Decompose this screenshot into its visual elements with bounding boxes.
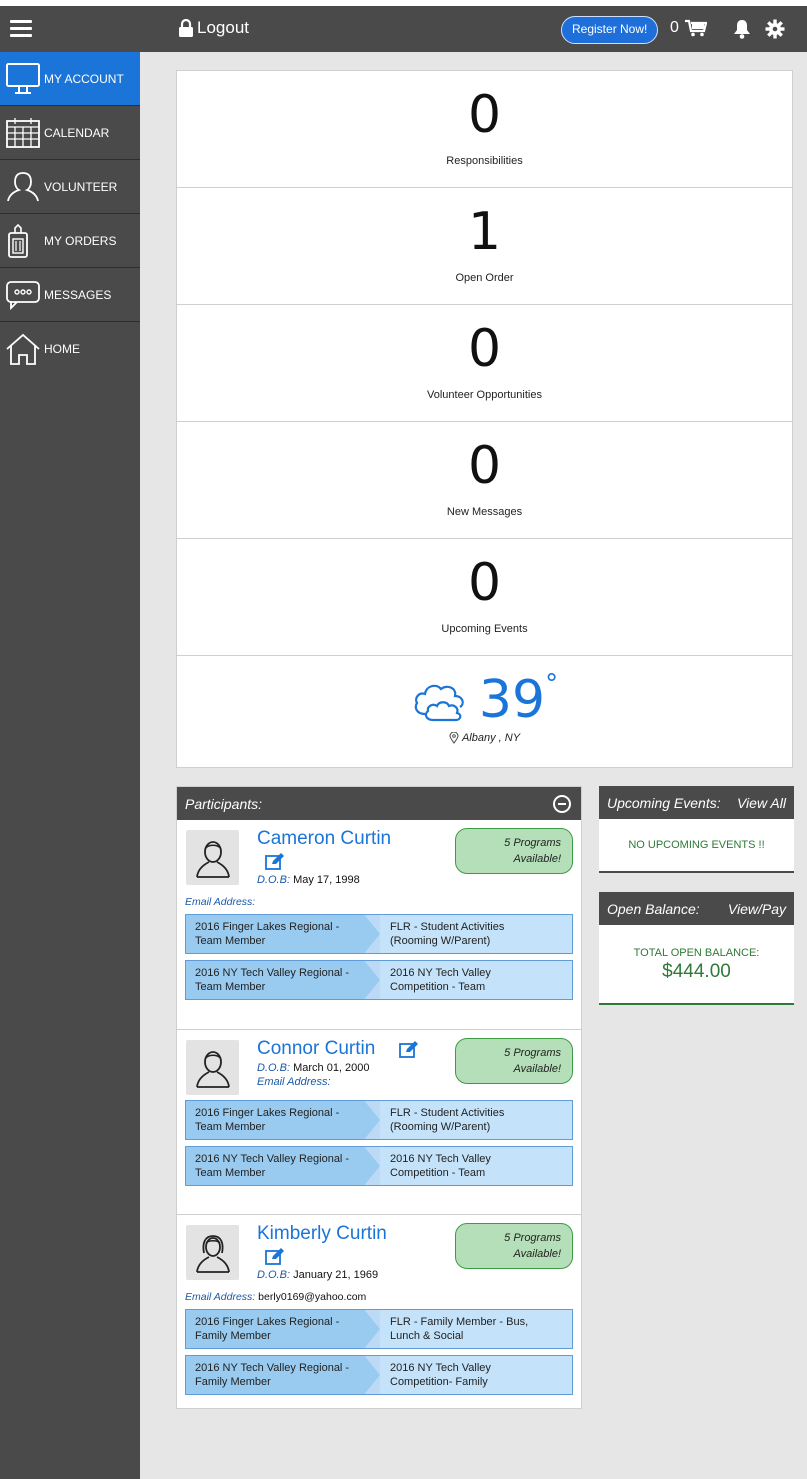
registration-row[interactable]: 2016 Finger Lakes Regional - Team Member … (185, 914, 573, 954)
cloud-icon (414, 684, 464, 722)
participant-dob: D.O.B: May 17, 1998 (257, 874, 360, 886)
collapse-icon[interactable] (553, 794, 571, 813)
upcoming-events-title: Upcoming Events: (607, 794, 721, 811)
stat-value: 0 (467, 553, 502, 613)
registration-row[interactable]: 2016 NY Tech Valley Regional - Team Membe… (185, 1146, 573, 1186)
programs-available-badge[interactable]: 5 Programs Available! (455, 1038, 573, 1084)
calendar-icon (6, 117, 40, 148)
sidebar-item-label: HOME (44, 342, 80, 356)
avatar[interactable] (186, 1040, 239, 1095)
bell-icon[interactable] (733, 19, 751, 39)
male-avatar-icon (195, 1050, 230, 1088)
programs-available-badge[interactable]: 5 Programs Available! (455, 828, 573, 874)
male-avatar-icon (195, 840, 230, 878)
stat-label: Open Order (455, 272, 514, 284)
top-bar: Logout Register Now! 0 (0, 0, 807, 52)
cart-count: 0 (670, 19, 679, 36)
sidebar-item-calendar[interactable]: CALENDAR (0, 106, 140, 160)
person-icon (7, 171, 39, 201)
weather-location: Albany , NY (177, 732, 792, 744)
stat-new-messages[interactable]: 0 New Messages (177, 422, 792, 539)
gear-icon[interactable] (765, 19, 785, 39)
stat-label: Responsibilities (446, 155, 523, 167)
edit-icon[interactable] (265, 1247, 285, 1265)
home-icon (6, 333, 40, 365)
cart-link[interactable]: 0 (670, 19, 707, 37)
view-pay-link[interactable]: View/Pay (728, 901, 786, 917)
logout-link[interactable]: Logout (178, 18, 249, 38)
open-balance-title: Open Balance: (607, 900, 700, 917)
location-pin-icon (449, 732, 459, 744)
no-upcoming-events-text: NO UPCOMING EVENTS !! (599, 819, 794, 873)
participant-name[interactable]: Connor Curtin (257, 1038, 375, 1060)
register-now-button[interactable]: Register Now! (561, 16, 659, 44)
sidebar-item-home[interactable]: HOME (0, 322, 140, 376)
sidebar: MY ACCOUNT CALENDAR VOLUNTEER MY ORDERS … (0, 52, 140, 1479)
view-all-link[interactable]: View All (737, 795, 786, 811)
stat-label: New Messages (446, 506, 523, 518)
stat-label: Volunteer Opportunities (427, 389, 542, 401)
stat-volunteer-opportunities[interactable]: 0 Volunteer Opportunities (177, 305, 792, 422)
total-open-balance-label: TOTAL OPEN BALANCE: (633, 947, 760, 959)
stat-responsibilities[interactable]: 0 Responsibilities (177, 71, 792, 188)
weather-temp: 39° (478, 669, 559, 730)
sidebar-item-label: CALENDAR (44, 125, 110, 140)
avatar[interactable] (186, 1225, 239, 1280)
lock-icon (179, 19, 193, 37)
upcoming-events-header[interactable]: Upcoming Events: View All (599, 786, 794, 819)
participants-panel: Participants: Cameron Curtin D.O.B: May … (176, 786, 582, 1409)
participant-email: Email Address: berly0169@yahoo.com (185, 1291, 367, 1303)
programs-available-badge[interactable]: 5 Programs Available! (455, 1223, 573, 1269)
monitor-icon (6, 62, 40, 94)
sidebar-item-label: MY ACCOUNT (44, 71, 124, 86)
participant-card: Kimberly Curtin D.O.B: January 21, 1969 … (177, 1215, 581, 1407)
registration-row[interactable]: 2016 Finger Lakes Regional - Family Membe… (185, 1309, 573, 1349)
participants-title: Participants: (185, 795, 263, 812)
sidebar-item-label: MESSAGES (44, 287, 112, 302)
orders-icon (8, 223, 28, 258)
edit-icon[interactable] (399, 1040, 419, 1058)
registration-row[interactable]: 2016 Finger Lakes Regional - Team Member … (185, 1100, 573, 1140)
stat-upcoming-events[interactable]: 0 Upcoming Events (177, 539, 792, 656)
stat-value: 1 (467, 202, 502, 262)
stat-value: 0 (467, 319, 502, 379)
open-balance-header[interactable]: Open Balance: View/Pay (599, 892, 794, 925)
cart-icon (684, 19, 707, 37)
registration-row[interactable]: 2016 NY Tech Valley Regional - Family Mem… (185, 1355, 573, 1395)
participant-card: Cameron Curtin D.O.B: May 17, 1998 5 Pro… (177, 820, 581, 1030)
message-icon (6, 280, 40, 310)
open-balance-panel: Open Balance: View/Pay TOTAL OPEN BALANC… (599, 892, 794, 1005)
total-open-balance-amount: $444.00 (662, 961, 731, 982)
sidebar-item-volunteer[interactable]: VOLUNTEER (0, 160, 140, 214)
participant-name[interactable]: Cameron Curtin (257, 828, 391, 850)
female-avatar-icon (195, 1234, 230, 1273)
stat-open-order[interactable]: 1 Open Order (177, 188, 792, 305)
participant-name[interactable]: Kimberly Curtin (257, 1223, 387, 1245)
logout-label: Logout (197, 18, 249, 37)
participant-dob: D.O.B: March 01, 2000 (257, 1062, 370, 1074)
participant-dob: D.O.B: January 21, 1969 (257, 1269, 379, 1281)
stat-value: 0 (467, 436, 502, 496)
sidebar-item-my-account[interactable]: MY ACCOUNT (0, 52, 140, 106)
participant-card: Connor Curtin D.O.B: March 01, 2000 Emai… (177, 1030, 581, 1215)
sidebar-item-messages[interactable]: MESSAGES (0, 268, 140, 322)
stat-label: Upcoming Events (441, 623, 528, 635)
sidebar-item-label: VOLUNTEER (44, 179, 118, 194)
participant-email: Email Address: (257, 1076, 331, 1088)
participant-email: Email Address: (185, 896, 256, 908)
registration-row[interactable]: 2016 NY Tech Valley Regional - Team Membe… (185, 960, 573, 1000)
stat-value: 0 (467, 85, 502, 145)
upcoming-events-panel: Upcoming Events: View All NO UPCOMING EV… (599, 786, 794, 873)
weather-widget: 39° Albany , NY (177, 656, 792, 744)
sidebar-item-label: MY ORDERS (44, 233, 117, 248)
open-balance-body: TOTAL OPEN BALANCE: $444.00 (599, 925, 794, 1005)
participants-header: Participants: (177, 787, 581, 820)
sidebar-item-my-orders[interactable]: MY ORDERS (0, 214, 140, 268)
hamburger-menu-icon[interactable] (10, 20, 32, 38)
edit-icon[interactable] (265, 852, 285, 870)
avatar[interactable] (186, 830, 239, 885)
dashboard-stats: 0 Responsibilities 1 Open Order 0 Volunt… (176, 70, 793, 768)
